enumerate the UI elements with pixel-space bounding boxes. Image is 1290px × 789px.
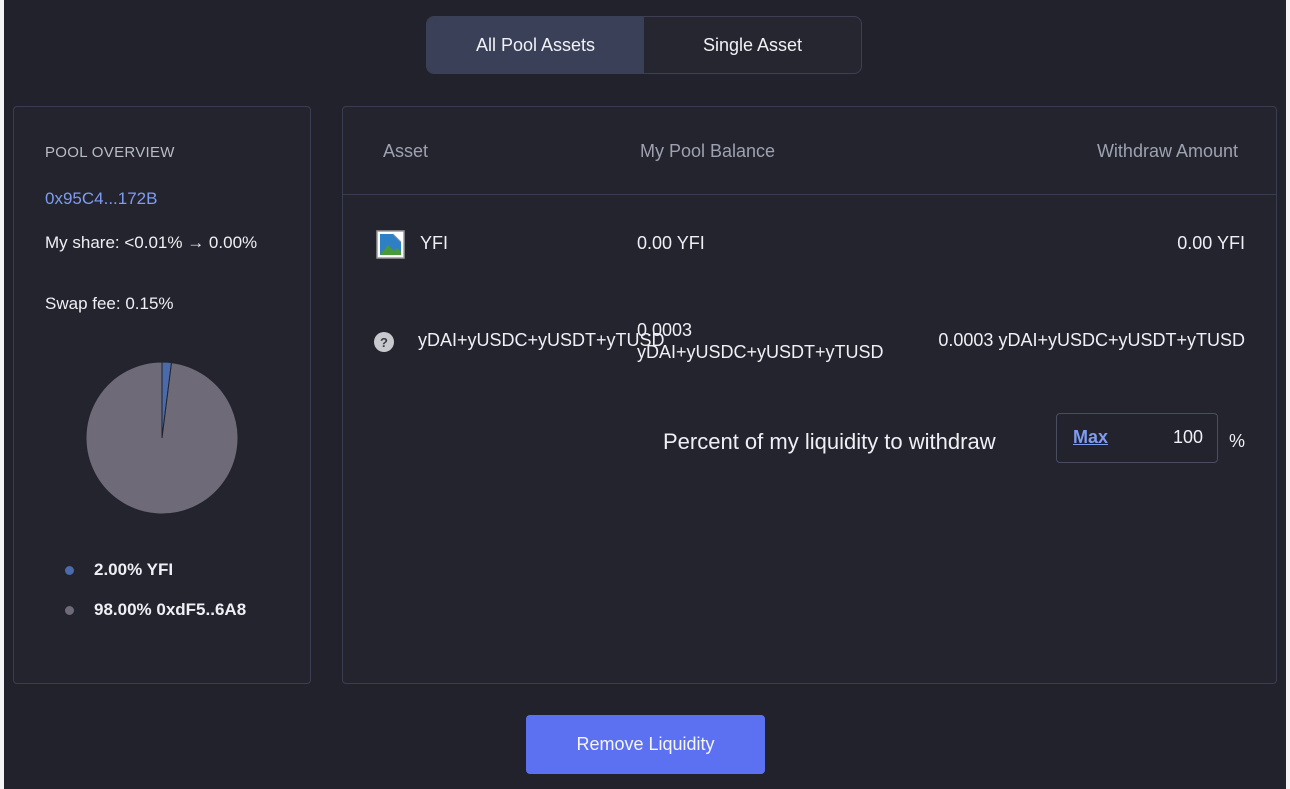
asset-name: yDAI+yUSDC+yUSDT+yTUSD: [418, 330, 665, 350]
pool-balance-value: 0.00 YFI: [637, 233, 705, 253]
legend-label: 98.00% 0xdF5..6A8: [94, 600, 247, 619]
legend-item-yfi: 2.00% YFI: [60, 559, 294, 581]
app-frame: All Pool Assets Single Asset POOL OVERVI…: [0, 0, 1290, 789]
column-header-asset: Asset: [383, 141, 429, 161]
legend-dot-icon: [65, 606, 74, 615]
mode-tabs: All Pool Assets Single Asset: [426, 16, 862, 74]
pool-balance-value: 0.0003 yDAI+yUSDC+yUSDT+yTUSD: [637, 320, 884, 362]
legend-label: 2.00% YFI: [94, 560, 174, 579]
withdraw-panel: Asset My Pool Balance Withdraw Amount YF…: [342, 106, 1277, 684]
pool-overview-panel: POOL OVERVIEW 0x95C4...172B My share: <0…: [13, 106, 311, 684]
pool-overview-title: POOL OVERVIEW: [45, 144, 175, 161]
percent-value: 100: [1172, 427, 1203, 447]
column-header-withdraw: Withdraw Amount: [1096, 141, 1238, 161]
pool-composition-pie-chart: [85, 361, 239, 515]
pie-legend: 2.00% YFI 98.00% 0xdF5..6A8: [60, 559, 294, 639]
withdraw-amount-value: 0.00 YFI: [1177, 233, 1245, 253]
legend-dot-icon: [65, 566, 74, 575]
broken-image-icon: [376, 230, 405, 259]
withdraw-amount-value: 0.0003 yDAI+yUSDC+yUSDT+yTUSD: [938, 330, 1245, 350]
asset-name: YFI: [420, 233, 449, 253]
table-header: Asset My Pool Balance Withdraw Amount: [343, 107, 1276, 195]
question-mark-icon: ?: [374, 332, 394, 352]
pie-slice-0xdf5-6a8: [85, 361, 239, 515]
max-button[interactable]: Max: [1073, 427, 1108, 448]
legend-item-other: 98.00% 0xdF5..6A8: [60, 599, 294, 621]
tab-all-pool-assets[interactable]: All Pool Assets: [427, 17, 644, 73]
column-header-balance: My Pool Balance: [640, 141, 776, 161]
pool-address-link[interactable]: 0x95C4...172B: [45, 189, 157, 209]
my-share-text: My share: <0.01% → 0.00%: [45, 233, 258, 252]
remove-liquidity-button[interactable]: Remove Liquidity: [526, 715, 765, 774]
withdraw-percent-label: Percent of my liquidity to withdraw: [663, 429, 996, 454]
percent-unit: %: [1229, 431, 1246, 451]
withdraw-percent-input[interactable]: Max 100: [1056, 413, 1218, 463]
swap-fee-text: Swap fee: 0.15%: [45, 294, 174, 313]
tab-single-asset[interactable]: Single Asset: [644, 17, 861, 73]
